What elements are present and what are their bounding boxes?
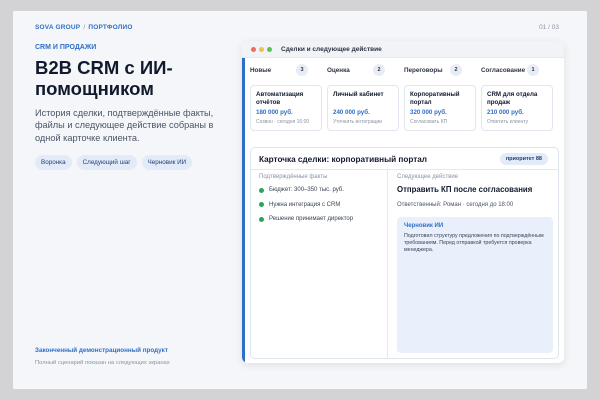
priority-badge: приоритет 88 bbox=[499, 153, 548, 165]
fact-text: Решение принимает директор bbox=[269, 216, 354, 223]
footer-note: Полный сценарий показан на следующих экр… bbox=[35, 360, 170, 366]
column-count-badge: 2 bbox=[373, 64, 385, 76]
deal-amount: 240 000 руб. bbox=[333, 109, 370, 116]
accent-bar bbox=[242, 58, 245, 363]
check-dot-icon bbox=[259, 187, 264, 193]
pipeline-column-new: Новые 3 Автоматизация отчётов 180 000 ру… bbox=[250, 63, 322, 131]
product-status: Законченный демонстрационный продукт bbox=[35, 347, 168, 354]
column-count-badge: 3 bbox=[296, 64, 308, 76]
page-title: B2B CRM с ИИ-помощником bbox=[35, 57, 173, 99]
deal-amount: 180 000 руб. bbox=[256, 109, 293, 116]
deal-card[interactable]: CRM для отдела продаж 210 000 руб. Ответ… bbox=[481, 85, 553, 131]
column-header: Новые 3 bbox=[250, 63, 322, 77]
divider bbox=[387, 169, 388, 359]
column-name: Переговоры bbox=[404, 66, 443, 74]
divider bbox=[251, 169, 558, 170]
responsible-info: Ответственный: Роман · сегодня до 18:00 bbox=[397, 202, 514, 208]
column-header: Переговоры 2 bbox=[404, 63, 476, 77]
column-name: Оценка bbox=[327, 66, 350, 74]
ai-draft-title: Черновик ИИ bbox=[404, 223, 444, 229]
pipeline-column-estimate: Оценка 2 Личный кабинет 240 000 руб. Уто… bbox=[327, 63, 399, 131]
column-header: Оценка 2 bbox=[327, 63, 399, 77]
portfolio-slide: SOVA GROUP / ПОРТФОЛИО 01 / 03 CRM И ПРОДА… bbox=[13, 11, 587, 389]
deal-card-title: Карточка сделки: корпоративный портал bbox=[259, 155, 427, 164]
deal-amount: 320 000 руб. bbox=[410, 109, 447, 116]
fact-text: Бюджет: 300–350 тыс. руб. bbox=[269, 187, 344, 194]
feature-tags: Воронка Следующий шаг Черновик ИИ bbox=[35, 155, 193, 170]
fact-text: Нужна интеграция с CRM bbox=[269, 201, 341, 208]
next-action[interactable]: Отправить КП после согласования bbox=[397, 185, 532, 194]
deal-card[interactable]: Корпоративный портал 320 000 руб. Соглас… bbox=[404, 85, 476, 131]
ai-draft-text: Подготовил структуру предложения по подт… bbox=[404, 233, 544, 253]
column-count-badge: 2 bbox=[450, 64, 462, 76]
deal-note: Ответить клиенту bbox=[487, 119, 529, 125]
window-title: Сделки и следующее действие bbox=[281, 45, 382, 53]
brand-label[interactable]: SOVA GROUP bbox=[35, 24, 80, 31]
pipeline-column-approval: Согласование 1 CRM для отдела продаж 210… bbox=[481, 63, 553, 131]
tag-next-step: Следующий шаг bbox=[76, 155, 137, 170]
section-label[interactable]: ПОРТФОЛИО bbox=[88, 24, 132, 31]
tag-funnel: Воронка bbox=[35, 155, 72, 170]
deal-card[interactable]: Личный кабинет 240 000 руб. Уточнить инт… bbox=[327, 85, 399, 131]
deal-amount: 210 000 руб. bbox=[487, 109, 524, 116]
deal-note: Согласовать КП bbox=[410, 119, 448, 125]
column-count-badge: 1 bbox=[527, 64, 539, 76]
facts-list: Бюджет: 300–350 тыс. руб. Нужна интеграц… bbox=[259, 183, 353, 227]
column-name: Согласование bbox=[481, 66, 526, 74]
crm-window: Сделки и следующее действие Новые 3 Авто… bbox=[242, 41, 564, 363]
fact-item: Бюджет: 300–350 тыс. руб. bbox=[259, 183, 353, 198]
maximize-dot-icon[interactable] bbox=[267, 46, 272, 52]
facts-label: Подтверждённые факты bbox=[259, 174, 328, 180]
check-dot-icon bbox=[259, 202, 264, 208]
window-titlebar: Сделки и следующее действие bbox=[242, 41, 564, 58]
deal-name: Корпоративный портал bbox=[410, 91, 460, 106]
ai-draft-panel[interactable]: Черновик ИИ Подготовил структуру предлож… bbox=[397, 217, 553, 353]
page-description: История сделки, подтверждённые факты, фа… bbox=[35, 108, 214, 143]
deal-note: Уточнить интеграции bbox=[333, 119, 382, 125]
eyebrow-label: CRM И ПРОДАЖИ bbox=[35, 44, 97, 51]
tag-ai-draft: Черновик ИИ bbox=[141, 155, 193, 170]
column-name: Новые bbox=[250, 66, 272, 74]
pipeline-column-negotiation: Переговоры 2 Корпоративный портал 320 00… bbox=[404, 63, 476, 131]
breadcrumb-separator: / bbox=[83, 24, 86, 31]
deal-note: Созвон · сегодня 16:00 bbox=[256, 119, 310, 125]
pipeline-board: Новые 3 Автоматизация отчётов 180 000 ру… bbox=[250, 63, 558, 131]
fact-item: Решение принимает директор bbox=[259, 212, 353, 227]
deal-name: CRM для отдела продаж bbox=[487, 91, 538, 106]
deal-detail-card: Карточка сделки: корпоративный портал пр… bbox=[250, 147, 559, 359]
breadcrumb: SOVA GROUP / ПОРТФОЛИО bbox=[35, 24, 133, 31]
deal-name: Автоматизация отчётов bbox=[256, 91, 304, 106]
deal-name: Личный кабинет bbox=[333, 91, 384, 98]
deal-card[interactable]: Автоматизация отчётов 180 000 руб. Созво… bbox=[250, 85, 322, 131]
fact-item: Нужна интеграция с CRM bbox=[259, 198, 353, 213]
close-dot-icon[interactable] bbox=[251, 46, 256, 52]
column-header: Согласование 1 bbox=[481, 63, 553, 77]
minimize-dot-icon[interactable] bbox=[259, 46, 264, 52]
next-action-label: Следующее действие bbox=[397, 174, 459, 180]
page-counter: 01 / 03 bbox=[539, 24, 559, 31]
check-dot-icon bbox=[259, 216, 264, 222]
